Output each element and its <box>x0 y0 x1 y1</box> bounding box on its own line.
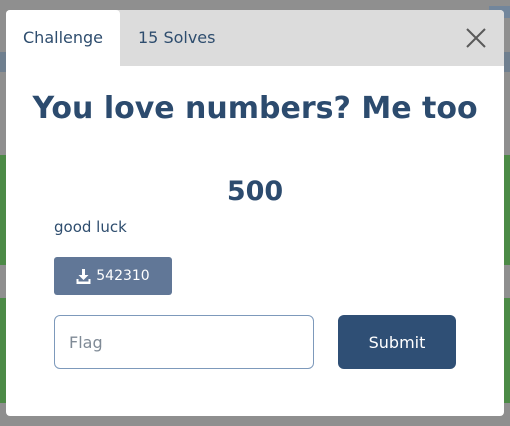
tab-challenge[interactable]: Challenge <box>6 10 120 66</box>
download-icon <box>76 268 91 284</box>
flag-input[interactable] <box>54 315 314 369</box>
download-file-button[interactable]: 542310 <box>54 257 172 295</box>
tab-solves[interactable]: 15 Solves <box>138 10 258 66</box>
challenge-modal: Challenge 15 Solves You love numbers? Me… <box>6 10 504 416</box>
close-button[interactable] <box>462 24 490 52</box>
close-icon <box>466 28 486 48</box>
challenge-points: 500 <box>226 176 284 207</box>
submit-button[interactable]: Submit <box>338 315 456 369</box>
challenge-title: You love numbers? Me too <box>32 91 478 126</box>
download-file-label: 542310 <box>96 268 150 284</box>
challenge-description: good luck <box>54 218 127 236</box>
modal-tab-bar: Challenge 15 Solves <box>6 10 504 66</box>
